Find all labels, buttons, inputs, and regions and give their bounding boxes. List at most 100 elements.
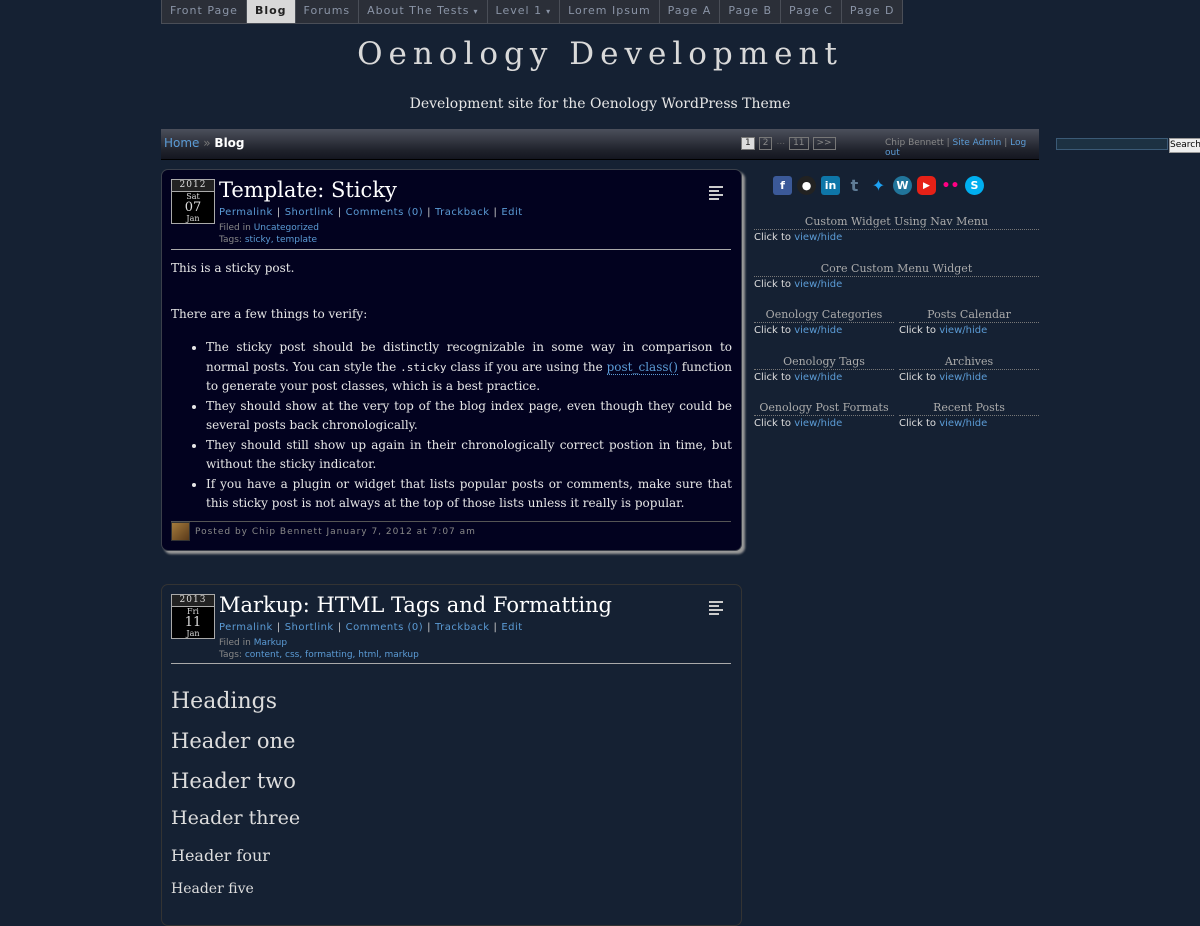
- post-date-year: 2012: [172, 180, 214, 192]
- widget-title: Core Custom Menu Widget: [754, 262, 1039, 277]
- view-hide-toggle[interactable]: view/hide: [794, 279, 842, 290]
- post-byline: Posted by Chip Bennett January 7, 2012 a…: [171, 522, 476, 541]
- trackback-link[interactable]: Trackback: [435, 622, 489, 633]
- github-icon[interactable]: ●: [797, 176, 816, 195]
- view-hide-toggle[interactable]: view/hide: [794, 418, 842, 429]
- site-description: Development site for the Oenology WordPr…: [409, 96, 791, 112]
- widget-title: Oenology Categories: [754, 308, 894, 323]
- page-last-link[interactable]: 11: [789, 137, 809, 150]
- widget-click-label: Click to: [754, 279, 795, 290]
- post-title[interactable]: Template: Sticky: [219, 178, 397, 202]
- shortlink-link[interactable]: Shortlink: [285, 622, 334, 633]
- paragraph: This is a sticky post.: [171, 261, 295, 275]
- breadcrumb-bar: Home » Blog 1 2 ... 11 >> Chip Bennett |…: [161, 129, 1200, 160]
- nav-front-page[interactable]: Front Page: [162, 0, 247, 23]
- page-2-link[interactable]: 2: [758, 137, 773, 150]
- flickr-icon[interactable]: ••: [941, 176, 960, 195]
- nav-label: Level 1: [495, 4, 543, 17]
- heading-h2: Header two: [171, 769, 296, 793]
- tags-label: Tags:: [219, 650, 245, 660]
- social-links: f ● in t ✦ W ▶ •• S: [773, 176, 984, 195]
- view-hide-toggle[interactable]: view/hide: [939, 325, 987, 336]
- search-input[interactable]: [1056, 138, 1168, 150]
- post-date-month: Jan: [186, 629, 200, 638]
- facebook-icon[interactable]: f: [773, 176, 792, 195]
- widget-archives: Archives Click to view/hide: [899, 355, 1039, 383]
- permalink-link[interactable]: Permalink: [219, 207, 273, 218]
- widget-click-label: Click to: [754, 232, 795, 243]
- top-nav: Front Page Blog Forums About The Tests ▾ …: [161, 0, 904, 24]
- post-format-icon[interactable]: [709, 601, 723, 615]
- breadcrumb-home-link[interactable]: Home: [164, 136, 199, 150]
- next-page-link[interactable]: >>: [812, 137, 836, 150]
- post-class-link[interactable]: post_class(): [606, 359, 678, 375]
- view-hide-toggle[interactable]: view/hide: [794, 232, 842, 243]
- category-link[interactable]: Uncategorized: [254, 223, 319, 233]
- nav-page-d[interactable]: Page D: [842, 0, 903, 23]
- shortlink-link[interactable]: Shortlink: [285, 207, 334, 218]
- wordpress-icon[interactable]: W: [893, 176, 912, 195]
- post-date-day: 11: [184, 615, 202, 630]
- trackback-link[interactable]: Trackback: [435, 207, 489, 218]
- post-title[interactable]: Markup: HTML Tags and Formatting: [219, 593, 612, 617]
- widget-title: Oenology Post Formats: [754, 401, 894, 416]
- breadcrumb-current: Blog: [214, 136, 245, 150]
- list-item: They should still show up again in their…: [206, 436, 732, 475]
- list-item: The sticky post should be distinctly rec…: [206, 338, 732, 397]
- post-content: This is a sticky post. There are a few t…: [171, 259, 732, 514]
- widget-oenology-post-formats: Oenology Post Formats Click to view/hide: [754, 401, 894, 429]
- view-hide-toggle[interactable]: view/hide: [794, 325, 842, 336]
- view-hide-toggle[interactable]: view/hide: [939, 372, 987, 383]
- post-date: 2013 Fri 11 Jan: [171, 594, 215, 639]
- twitter-icon[interactable]: ✦: [869, 176, 888, 195]
- nav-forums[interactable]: Forums: [296, 0, 360, 23]
- widget-title: Oenology Tags: [754, 355, 894, 370]
- widget-custom-nav-menu: Custom Widget Using Nav Menu Click to vi…: [754, 215, 1039, 243]
- linkedin-icon[interactable]: in: [821, 176, 840, 195]
- nav-page-c[interactable]: Page C: [781, 0, 842, 23]
- tags-label: Tags:: [219, 235, 245, 245]
- widget-core-custom-menu: Core Custom Menu Widget Click to view/hi…: [754, 262, 1039, 290]
- filed-label: Filed in: [219, 223, 254, 233]
- nav-blog[interactable]: Blog: [246, 0, 296, 23]
- view-hide-toggle[interactable]: view/hide: [939, 418, 987, 429]
- edit-link[interactable]: Edit: [501, 207, 522, 218]
- post-taxonomy: Filed in Markup Tags: content, css, form…: [219, 637, 419, 661]
- category-link[interactable]: Markup: [254, 638, 287, 648]
- widget-title: Custom Widget Using Nav Menu: [754, 215, 1039, 230]
- nav-lorem-ipsum[interactable]: Lorem Ipsum: [560, 0, 660, 23]
- widget-click-label: Click to: [754, 325, 795, 336]
- post-markup-html: 2013 Fri 11 Jan Markup: HTML Tags and Fo…: [161, 584, 742, 926]
- comments-link[interactable]: Comments (0): [346, 622, 424, 633]
- heading-h1: Headings: [171, 689, 277, 714]
- widget-click-label: Click to: [899, 372, 940, 383]
- view-hide-toggle[interactable]: view/hide: [794, 372, 842, 383]
- page-1-link[interactable]: 1: [741, 137, 755, 150]
- user-links: Chip Bennett | Site Admin | Log out: [885, 138, 1039, 158]
- caret-down-icon: ▾: [473, 7, 479, 16]
- widget-click-label: Click to: [899, 325, 940, 336]
- nav-about-the-tests[interactable]: About The Tests ▾: [359, 0, 488, 23]
- youtube-icon[interactable]: ▶: [917, 176, 936, 195]
- site-title[interactable]: Oenology Development: [0, 36, 1200, 72]
- nav-page-a[interactable]: Page A: [660, 0, 721, 23]
- tumblr-icon[interactable]: t: [845, 176, 864, 195]
- list-item: If you have a plugin or widget that list…: [206, 475, 732, 514]
- nav-page-b[interactable]: Page B: [720, 0, 782, 23]
- post-meta: Permalink | Shortlink | Comments (0) | Trackba…: [219, 622, 523, 633]
- site-admin-link[interactable]: Site Admin: [953, 138, 1002, 148]
- heading-h5: Header five: [171, 881, 254, 897]
- post-format-icon[interactable]: [709, 186, 723, 200]
- nav-level-1[interactable]: Level 1 ▾: [488, 0, 561, 23]
- comments-link[interactable]: Comments (0): [346, 207, 424, 218]
- list-item: They should show at the very top of the …: [206, 397, 732, 436]
- tags-links[interactable]: content, css, formatting, html, markup: [245, 650, 419, 660]
- post-taxonomy: Filed in Uncategorized Tags: sticky, tem…: [219, 222, 319, 246]
- edit-link[interactable]: Edit: [501, 622, 522, 633]
- pagination-ellipsis: ...: [776, 137, 786, 147]
- paragraph: There are a few things to verify:: [171, 306, 368, 321]
- skype-icon[interactable]: S: [965, 176, 984, 195]
- permalink-link[interactable]: Permalink: [219, 622, 273, 633]
- tags-links[interactable]: sticky, template: [245, 235, 317, 245]
- search-button[interactable]: Search: [1169, 138, 1200, 153]
